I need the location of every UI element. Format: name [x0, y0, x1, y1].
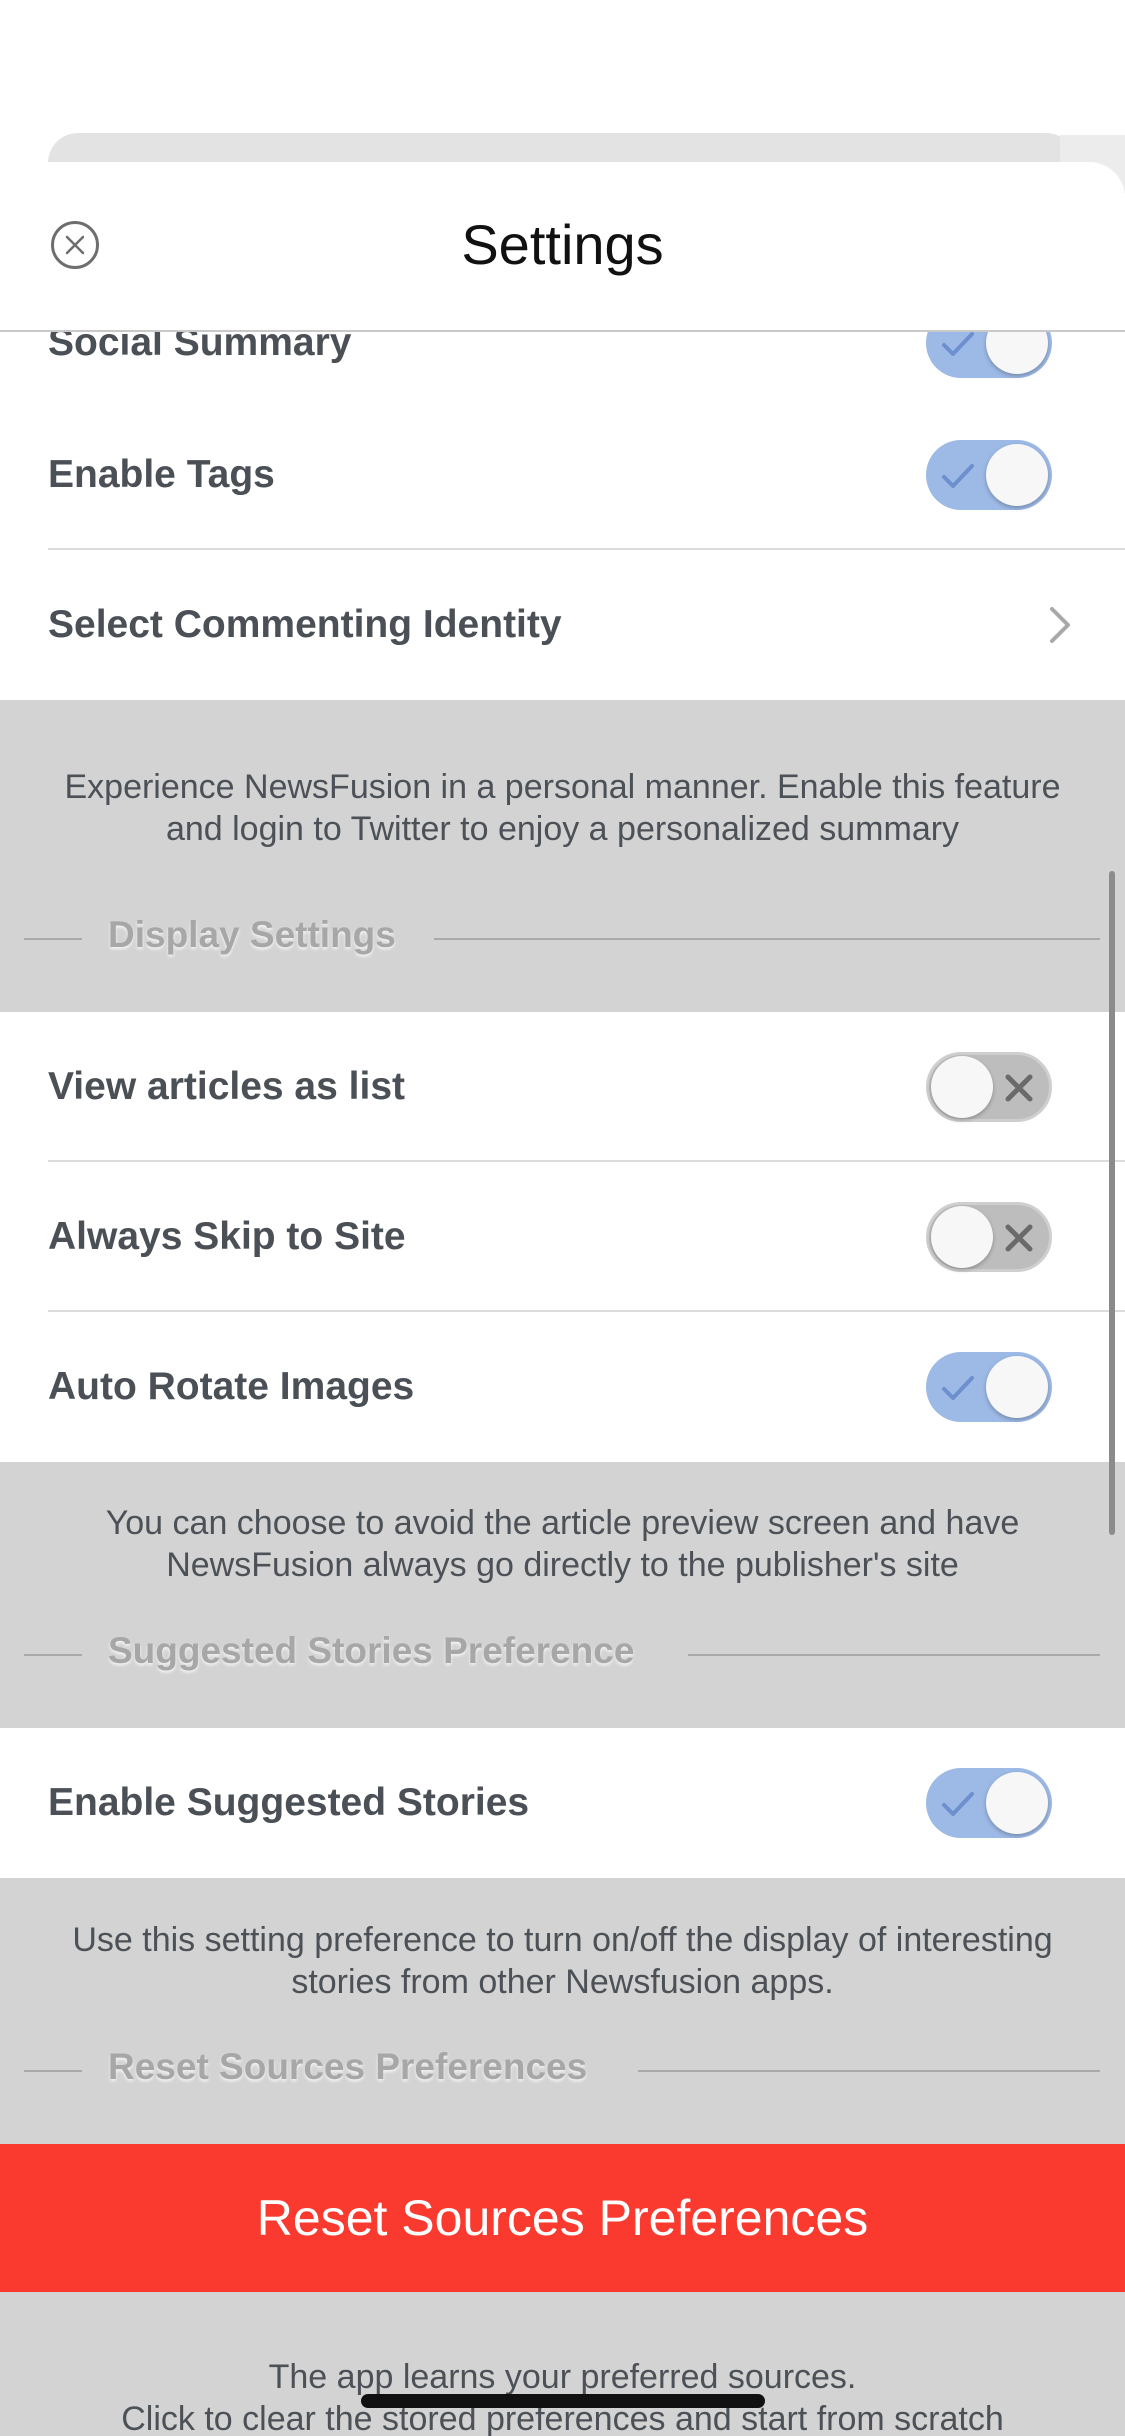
settings-header: Settings	[0, 162, 1125, 332]
enable-tags-label: Enable Tags	[48, 453, 275, 496]
toggle-knob	[931, 1206, 993, 1268]
section-personal-footer	[0, 700, 1125, 1012]
suggested-stories-label: Enable Suggested Stories	[48, 1781, 530, 1824]
section-rule-right	[434, 938, 1100, 940]
auto-rotate-label: Auto Rotate Images	[48, 1365, 415, 1408]
scrollbar[interactable]	[1109, 871, 1115, 1535]
enable-tags-toggle[interactable]	[926, 440, 1052, 510]
home-indicator[interactable]	[361, 2394, 765, 2408]
toggle-knob	[986, 444, 1048, 506]
skip-to-site-toggle[interactable]	[926, 1202, 1052, 1272]
settings-scroll-content[interactable]: Social Summary Enable Tags Select Commen…	[0, 162, 1125, 2436]
commenting-identity-label: Select Commenting Identity	[48, 603, 562, 646]
suggested-stories-title: Suggested Stories Preference	[108, 1630, 635, 1671]
row-select-commenting-identity[interactable]: Select Commenting Identity	[0, 550, 1125, 700]
suggested-stories-header: Suggested Stories Preference	[0, 1630, 1125, 1680]
toggle-knob	[986, 1772, 1048, 1834]
display-description-line2: NewsFusion always go directly to the pub…	[166, 1546, 959, 1584]
chevron-right-icon	[1050, 607, 1070, 643]
section-rule-right	[688, 1654, 1100, 1656]
display-settings-header: Display Settings	[0, 914, 1125, 964]
toggle-knob	[931, 1056, 993, 1118]
section-rule-left	[24, 2070, 82, 2072]
row-enable-tags: Enable Tags	[0, 400, 1125, 550]
reset-sources-header: Reset Sources Preferences	[0, 2046, 1125, 2096]
suggested-description-line2: stories from other Newsfusion apps.	[291, 1963, 834, 2001]
auto-rotate-toggle[interactable]	[926, 1352, 1052, 1422]
toggle-knob	[986, 1356, 1048, 1418]
skip-to-site-label: Always Skip to Site	[48, 1215, 406, 1258]
row-view-as-list: View articles as list	[0, 1012, 1125, 1162]
row-auto-rotate-images: Auto Rotate Images	[0, 1312, 1125, 1462]
personal-description-line2: and login to Twitter to enjoy a personal…	[165, 810, 960, 848]
checkmark-icon	[942, 1792, 974, 1816]
view-as-list-toggle[interactable]	[926, 1052, 1052, 1122]
page-title: Settings	[461, 213, 664, 276]
row-enable-suggested-stories: Enable Suggested Stories	[0, 1728, 1125, 1878]
display-description-line1: You can choose to avoid the article prev…	[105, 1504, 1020, 1542]
row-always-skip-to-site: Always Skip to Site	[0, 1162, 1125, 1312]
reset-sources-title: Reset Sources Preferences	[108, 2046, 588, 2087]
reset-description-line1: The app learns your preferred sources.	[268, 2358, 857, 2396]
view-as-list-label: View articles as list	[48, 1065, 405, 1108]
section-rule-left	[24, 938, 82, 940]
reset-sources-button[interactable]: Reset Sources Preferences	[0, 2144, 1125, 2292]
personal-description-line1: Experience NewsFusion in a personal mann…	[64, 768, 1061, 806]
section-suggested-footer	[0, 1878, 1125, 2144]
suggested-description-line1: Use this setting preference to turn on/o…	[72, 1921, 1053, 1959]
checkmark-icon	[942, 464, 974, 488]
display-settings-title: Display Settings	[108, 914, 396, 955]
checkmark-icon	[942, 1376, 974, 1400]
suggested-stories-toggle[interactable]	[926, 1768, 1052, 1838]
x-icon	[1005, 1074, 1033, 1102]
section-rule-left	[24, 1654, 82, 1656]
x-icon	[1005, 1224, 1033, 1252]
settings-sheet: Social Summary Enable Tags Select Commen…	[0, 162, 1125, 2436]
section-rule-right	[638, 2070, 1100, 2072]
